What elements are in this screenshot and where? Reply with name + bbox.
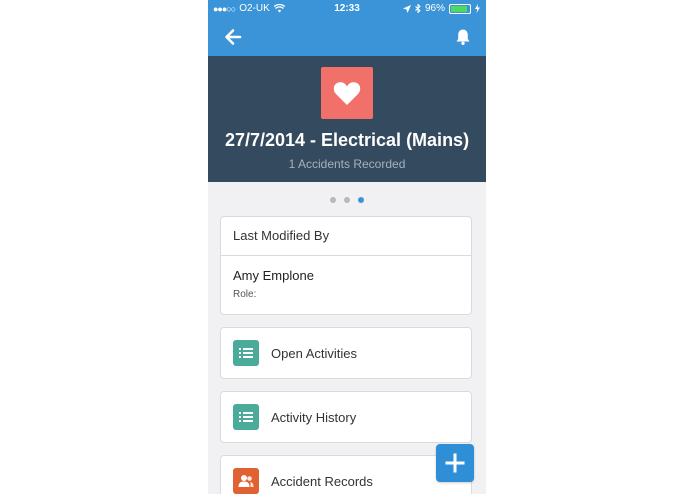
record-type-badge <box>321 67 373 119</box>
last-modified-card: Last Modified By Amy Emplone Role: <box>220 216 472 315</box>
bell-icon <box>456 29 470 45</box>
plus-icon <box>445 453 465 473</box>
bluetooth-icon <box>415 4 421 13</box>
battery-level-fill <box>451 5 468 12</box>
record-subtitle: 1 Accidents Recorded <box>288 157 406 171</box>
page-dot-3[interactable] <box>358 197 364 203</box>
page-dot-2[interactable] <box>344 197 350 203</box>
add-button[interactable] <box>436 444 474 482</box>
related-item-label: Accident Records <box>271 473 373 489</box>
last-modified-heading: Last Modified By <box>221 217 471 256</box>
battery-percent: 96% <box>424 3 445 14</box>
related-item-label: Activity History <box>271 409 357 425</box>
phone-screen: ●●●○○ O2-UK 12:33 96% 27/7/2014 - Electr… <box>208 0 486 494</box>
related-item-label: Open Activities <box>271 345 357 361</box>
page-dot-1[interactable] <box>330 197 336 203</box>
notifications-button[interactable] <box>452 26 474 48</box>
related-open-activities[interactable]: Open Activities <box>220 327 472 379</box>
people-icon <box>233 468 259 494</box>
list-icon <box>233 340 259 366</box>
location-arrow-icon <box>402 4 411 13</box>
battery-icon <box>449 3 471 14</box>
nav-bar <box>208 18 486 56</box>
modified-by-role: Role: <box>233 289 257 300</box>
charging-bolt-icon <box>475 4 480 13</box>
related-activity-history[interactable]: Activity History <box>220 391 472 443</box>
page-indicator <box>208 197 486 203</box>
record-header: 27/7/2014 - Electrical (Mains) 1 Acciden… <box>208 56 486 182</box>
modified-by-name[interactable]: Amy Emplone <box>233 268 314 283</box>
list-icon <box>233 404 259 430</box>
back-button[interactable] <box>222 26 244 48</box>
arrow-left-icon <box>225 29 242 45</box>
record-title: 27/7/2014 - Electrical (Mains) <box>224 130 470 150</box>
status-bar: ●●●○○ O2-UK 12:33 96% <box>208 0 486 18</box>
heart-icon <box>333 82 361 105</box>
related-accident-records[interactable]: Accident Records <box>220 455 472 494</box>
